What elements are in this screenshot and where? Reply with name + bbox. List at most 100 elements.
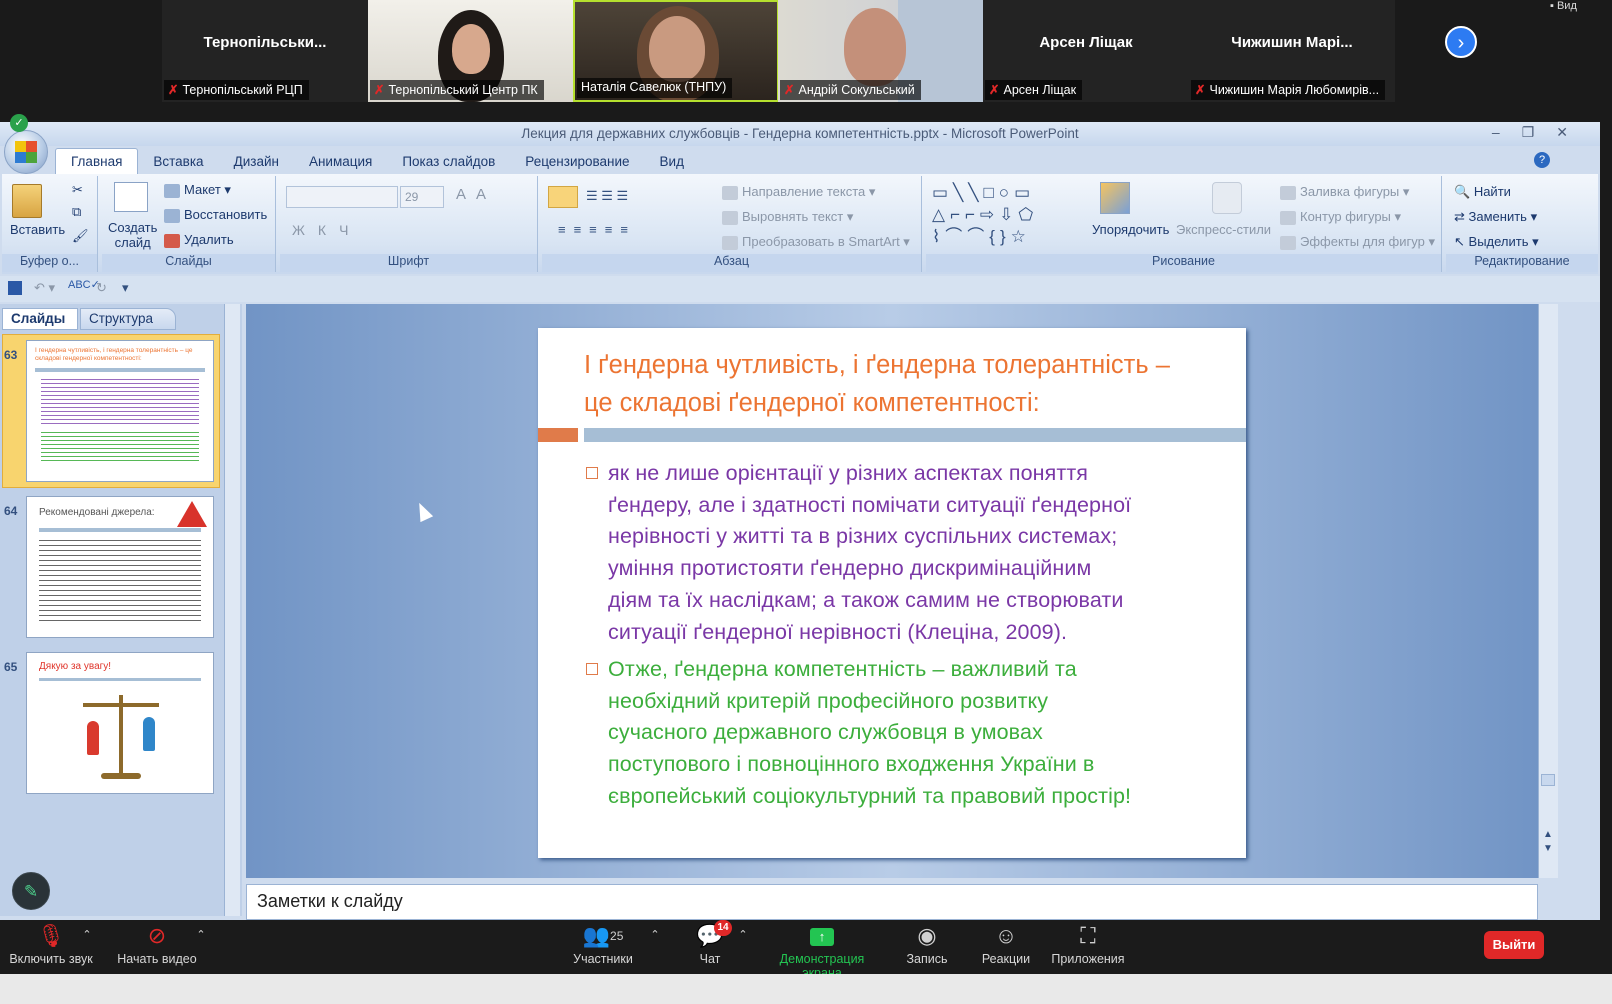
bullet-line: ситуації ґендерної нерівності (Клеціна, … [608,619,1068,644]
group-slides: Создать слайд Макет ▾ Восстановить Удалит… [102,176,276,272]
customize-toolbar-icon[interactable]: ▾ [122,280,129,296]
participants-button[interactable]: 👥25 Участники [566,920,640,974]
tab-animation[interactable]: Анимация [294,149,387,174]
replace-button[interactable]: ⇄ Заменить ▾ [1454,209,1537,225]
slide-title-line: І ґендерна чутливість, і ґендерна толера… [584,351,1170,379]
select-button[interactable]: ↖ Выделить ▾ [1454,234,1539,250]
reset-button[interactable]: Восстановить [164,207,267,223]
group-label: Абзац [542,254,921,272]
participants-icon: 👥25 [582,923,624,948]
paste-button[interactable]: Вставить [10,222,65,237]
slide-number: 63 [4,348,18,362]
bullets-button[interactable] [548,186,578,208]
shape-fill-button[interactable]: Заливка фигуры ▾ [1280,184,1409,200]
delete-slide-button[interactable]: Удалить [164,232,234,248]
font-format-buttons[interactable]: ЖКЧ [292,222,361,238]
chat-unread-badge: 14 [714,920,732,936]
participant-video [844,8,906,86]
title-accent-bar [538,428,578,442]
slide-number: 65 [4,660,18,674]
arrange-button[interactable]: Упорядочить [1092,222,1169,237]
font-name-input[interactable] [286,186,398,208]
cut-icon[interactable]: ✂ [72,182,83,198]
participant-tile[interactable]: Чижишин Марі... ✗ Чижишин Марія Любомирів… [1189,0,1395,102]
reset-icon [164,208,180,223]
apps-button[interactable]: ⛶ Приложения [1050,920,1126,974]
slide-notes-input[interactable]: Заметки к слайду [246,884,1538,920]
quick-styles-button[interactable]: Экспресс-стили [1176,222,1271,237]
scales-icon [75,691,167,781]
participant-name: Тернопільськи... [203,34,327,51]
current-slide[interactable]: І ґендерна чутливість, і ґендерна толера… [538,328,1246,858]
participant-caption: ✗ Тернопільський РЦП [164,80,309,100]
start-video-button[interactable]: ⊘ Начать видео [112,920,202,974]
tab-design[interactable]: Дизайн [219,149,294,174]
format-painter-icon[interactable]: 🖌 [72,228,89,244]
participant-tile[interactable]: Арсен Ліщак ✗ Арсен Ліщак [983,0,1189,102]
participant-name: Чижишин Марі... [1231,34,1353,51]
effects-icon [1280,235,1296,250]
bullet-line: нерівності у житті та в різних суспільни… [608,524,1118,549]
binoculars-icon: 🔍 [1454,184,1471,199]
align-buttons[interactable]: ≡≡≡≡≡ [558,222,636,237]
chat-button[interactable]: 💬 Чат 14 [690,920,732,974]
tab-view[interactable]: Вид [645,149,699,174]
window-controls[interactable]: –❐✕ [1492,124,1590,141]
tab-review[interactable]: Рецензирование [510,149,644,174]
redo-icon[interactable]: ↻ [96,280,107,296]
reactions-button[interactable]: ☺ Реакции [978,920,1034,974]
save-icon[interactable] [8,281,22,295]
align-text-button[interactable]: Выровнять текст ▾ [722,209,853,225]
pane-scrollbar[interactable] [224,304,240,916]
slide-thumbnail-63[interactable]: І гендерна чутливість, і гендерна толера… [26,340,214,482]
tab-outline[interactable]: Структура [80,308,176,330]
chevron-right-icon: › [1457,32,1465,54]
participant-video-tile[interactable]: ✗ Андрій Сокульський [778,0,984,102]
group-label: Буфер о... [2,254,97,272]
leave-meeting-button[interactable]: Выйти [1484,931,1544,959]
shape-outline-button[interactable]: Контур фигуры ▾ [1280,209,1401,225]
participant-tile[interactable]: Тернопільськи... ✗ Тернопільський РЦП [162,0,368,102]
share-screen-button[interactable]: ↑ Демонстрация экрана [760,920,884,980]
undo-icon[interactable]: ↶ ▾ [34,280,55,296]
slide-thumbnail-65[interactable]: Дякую за увагу! [26,652,214,794]
font-size-input[interactable]: 29 [400,186,444,208]
align-text-icon [722,210,738,225]
numbering-icon[interactable]: ☰ ☰ ☰ [586,188,628,204]
participant-video-tile-active[interactable]: Наталія Савелюк (ТНПУ) [573,0,779,102]
mic-muted-icon: ✗ [784,83,795,97]
prev-next-slide-icon[interactable]: ▲ ▼ [1543,828,1553,856]
help-icon[interactable]: ? [1534,152,1550,168]
tab-insert[interactable]: Вставка [138,149,218,174]
vertical-scrollbar[interactable]: ▲ ▼ [1538,304,1558,878]
slide-thumbnail-64[interactable]: Рекомендовані джерела: [26,496,214,638]
bullet-line: поступового і повноцінного входження Укр… [608,752,1095,777]
participant-video-tile[interactable]: ✗ Тернопільський Центр ПК [368,0,574,102]
tab-home[interactable]: Главная [55,148,139,174]
smartart-icon [722,235,738,250]
layout-button[interactable]: Макет ▾ [164,182,231,198]
scrollbar-thumb[interactable] [1541,774,1555,786]
copy-icon[interactable]: ⧉ [72,204,81,220]
tab-slides[interactable]: Слайды [2,308,78,330]
paste-icon [12,184,42,218]
next-participants-button[interactable]: › [1445,26,1477,58]
mic-muted-icon: ✗ [1195,83,1206,97]
find-button[interactable]: 🔍 Найти [1454,184,1511,200]
shape-effects-button[interactable]: Эффекты для фигур ▾ [1280,234,1435,250]
new-slide-button[interactable]: Создать слайд [108,220,157,250]
office-button[interactable] [4,130,48,174]
window-title: Лекция для державних службовців - Гендер… [0,122,1600,146]
view-button[interactable]: ▪ Вид [1550,0,1577,12]
text-direction-button[interactable]: Направление текста ▾ [722,184,875,200]
shapes-gallery[interactable]: ▭╲╲□○▭ △⌐⌐⇨⇩⬠ ⌇⌒⌒{}☆ [932,182,1078,248]
tab-slideshow[interactable]: Показ слайдов [387,149,510,174]
thumbnail-text-purple [41,376,199,424]
mic-muted-icon: ✗ [374,83,385,97]
pane-tabs: Слайды Структура × [0,308,240,330]
record-button[interactable]: ◉ Запись [900,920,954,974]
font-grow-shrink[interactable]: AA [456,186,496,203]
group-label: Рисование [926,254,1441,272]
smartart-button[interactable]: Преобразовать в SmartArt ▾ [722,234,910,250]
annotate-pen-icon[interactable]: ✎ [12,872,50,910]
